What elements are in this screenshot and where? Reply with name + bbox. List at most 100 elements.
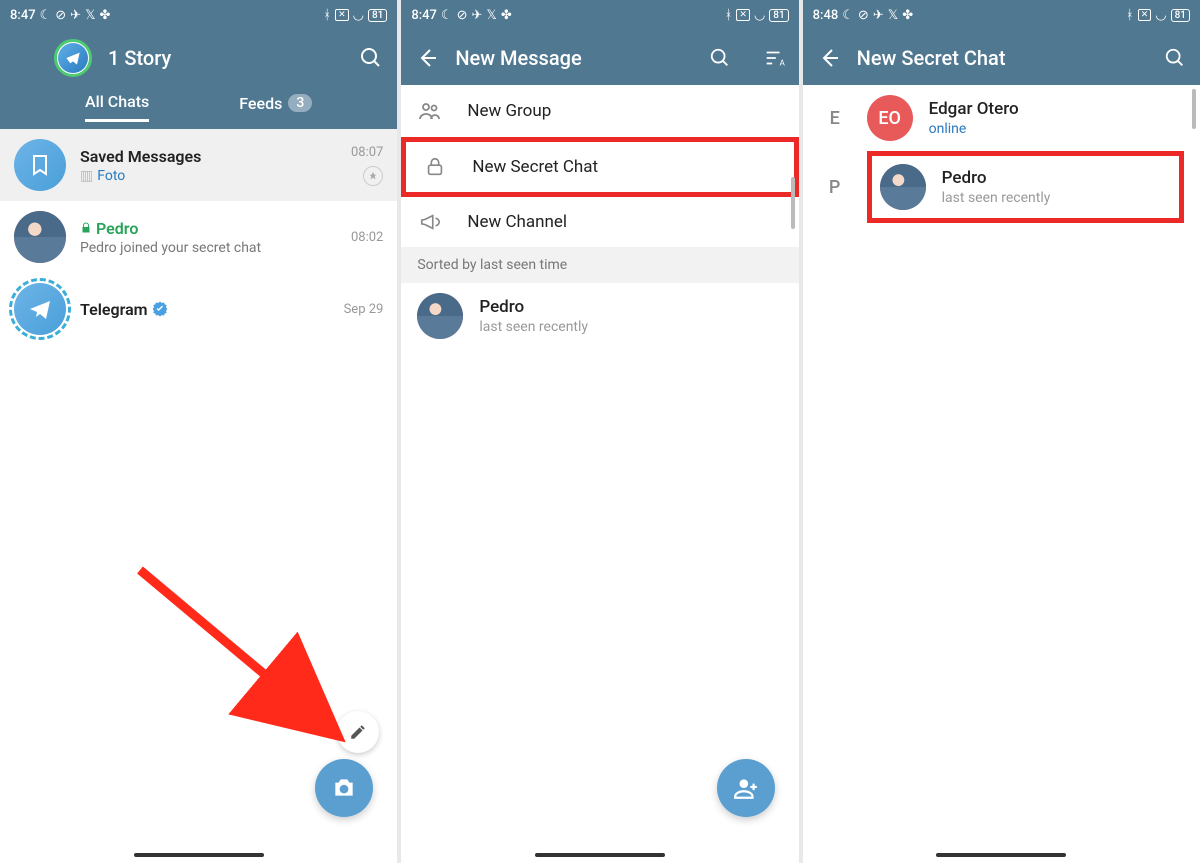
moon-icon: ☾ (441, 8, 453, 23)
avatar: EO (867, 95, 913, 141)
contact-pedro[interactable]: P Pedro last seen recently (803, 151, 1200, 223)
page-title: New Secret Chat (857, 46, 1148, 70)
image-thumb-icon: ▥ (80, 168, 93, 184)
chat-telegram[interactable]: Telegram Sep 29 (0, 273, 397, 345)
scroll-indicator (791, 177, 795, 229)
wifi-icon: ◡ (754, 8, 765, 23)
lock-icon (422, 156, 448, 178)
chat-subtitle: Foto (97, 168, 125, 184)
pin-icon (363, 166, 383, 186)
telegram-icon (65, 50, 81, 66)
chat-subtitle: Pedro joined your secret chat (80, 240, 337, 256)
chat-pedro[interactable]: Pedro Pedro joined your secret chat 08:0… (0, 201, 397, 273)
chat-time: Sep 29 (344, 302, 384, 317)
compose-button[interactable] (337, 711, 379, 753)
status-time: 8:48 (813, 8, 839, 23)
lock-icon (80, 221, 92, 235)
telegram-status-icon: ✈ (70, 8, 81, 23)
bluetooth-icon: ᚼ (1126, 8, 1134, 23)
nav-handle (936, 853, 1066, 857)
sort-button[interactable]: A (763, 47, 785, 69)
misc-icon: ✤ (501, 8, 512, 23)
battery-icon: 81 (769, 9, 788, 22)
add-contact-fab[interactable] (717, 759, 775, 817)
person-add-icon (733, 775, 759, 801)
bluetooth-icon: ᚼ (725, 8, 733, 23)
chat-tabs: All Chats Feeds 3 (0, 85, 397, 129)
scroll-indicator (1192, 89, 1196, 129)
contact-name: Pedro (942, 168, 1051, 188)
sim-icon: ✕ (335, 9, 349, 21)
annotation-arrow (130, 560, 370, 760)
svg-text:A: A (779, 58, 785, 68)
section-letter-p: P (819, 177, 851, 198)
back-button[interactable] (415, 46, 439, 70)
search-button[interactable] (1164, 47, 1186, 69)
contact-name: Pedro (479, 297, 588, 317)
page-title: New Message (455, 46, 692, 70)
group-icon (417, 99, 443, 123)
main-header: 1 Story (0, 30, 397, 85)
chat-title: Pedro (80, 219, 337, 238)
moon-icon: ☾ (842, 8, 854, 23)
menu-new-group[interactable]: New Group (401, 85, 798, 137)
status-time: 8:47 (10, 8, 36, 23)
tab-all-chats[interactable]: All Chats (85, 92, 149, 122)
screen-new-message: 8:47 ☾ ⊘ ✈ 𝕏 ✤ ᚼ ✕ ◡ 81 New Message A (401, 0, 798, 863)
feeds-count-badge: 3 (288, 94, 312, 112)
nav-handle (535, 853, 665, 857)
x-status-icon: 𝕏 (85, 8, 95, 23)
chat-title: Telegram (80, 300, 330, 319)
status-time: 8:47 (411, 8, 437, 23)
status-bar: 8:48 ☾ ⊘ ✈ 𝕏 ✤ ᚼ ✕ ◡ 81 (803, 0, 1200, 30)
screen-chats: 8:47 ☾ ⊘ ✈ 𝕏 ✤ ᚼ ✕ ◡ 81 1 Story All Chat… (0, 0, 397, 863)
nav-handle (134, 853, 264, 857)
back-button[interactable] (817, 46, 841, 70)
status-bar: 8:47 ☾ ⊘ ✈ 𝕏 ✤ ᚼ ✕ ◡ 81 (0, 0, 397, 30)
megaphone-icon (417, 211, 443, 233)
section-letter-e: E (819, 108, 851, 129)
battery-icon: 81 (1171, 9, 1190, 22)
chat-title: Saved Messages (80, 147, 337, 166)
chat-time: 08:07 (351, 145, 383, 160)
page-title: 1 Story (108, 46, 343, 70)
camera-icon (331, 775, 357, 801)
avatar (14, 211, 66, 263)
x-status-icon: 𝕏 (888, 8, 898, 23)
menu-new-channel[interactable]: New Channel (401, 197, 798, 247)
x-status-icon: 𝕏 (486, 8, 496, 23)
search-button[interactable] (709, 47, 731, 69)
contact-pedro[interactable]: Pedro last seen recently (401, 283, 798, 349)
main-header: New Secret Chat (803, 30, 1200, 85)
tab-feeds[interactable]: Feeds 3 (239, 94, 312, 121)
search-button[interactable] (359, 46, 383, 70)
bluetooth-icon: ᚼ (323, 8, 331, 23)
wifi-icon: ◡ (353, 8, 364, 23)
pencil-icon (349, 723, 367, 741)
mute-icon: ⊘ (55, 8, 66, 23)
verified-icon (152, 301, 168, 317)
telegram-status-icon: ✈ (471, 8, 482, 23)
chat-saved-messages[interactable]: Saved Messages ▥ Foto 08:07 (0, 129, 397, 201)
contact-name: Edgar Otero (929, 99, 1019, 119)
contact-status: last seen recently (942, 190, 1051, 206)
misc-icon: ✤ (100, 8, 111, 23)
main-header: New Message A (401, 30, 798, 85)
sim-icon: ✕ (1138, 9, 1152, 21)
mute-icon: ⊘ (858, 8, 869, 23)
camera-fab[interactable] (315, 759, 373, 817)
bookmark-icon (14, 139, 66, 191)
misc-icon: ✤ (902, 8, 913, 23)
contact-status: online (929, 121, 1019, 137)
wifi-icon: ◡ (1155, 8, 1166, 23)
mute-icon: ⊘ (457, 8, 468, 23)
chat-time: 08:02 (351, 230, 383, 245)
avatar (14, 283, 66, 335)
avatar (880, 164, 926, 210)
menu-new-secret-chat[interactable]: New Secret Chat (401, 137, 798, 197)
story-ring[interactable] (54, 39, 92, 77)
menu-button[interactable] (14, 49, 38, 67)
telegram-status-icon: ✈ (873, 8, 884, 23)
battery-icon: 81 (368, 9, 387, 22)
contact-edgar[interactable]: E EO Edgar Otero online (803, 85, 1200, 151)
